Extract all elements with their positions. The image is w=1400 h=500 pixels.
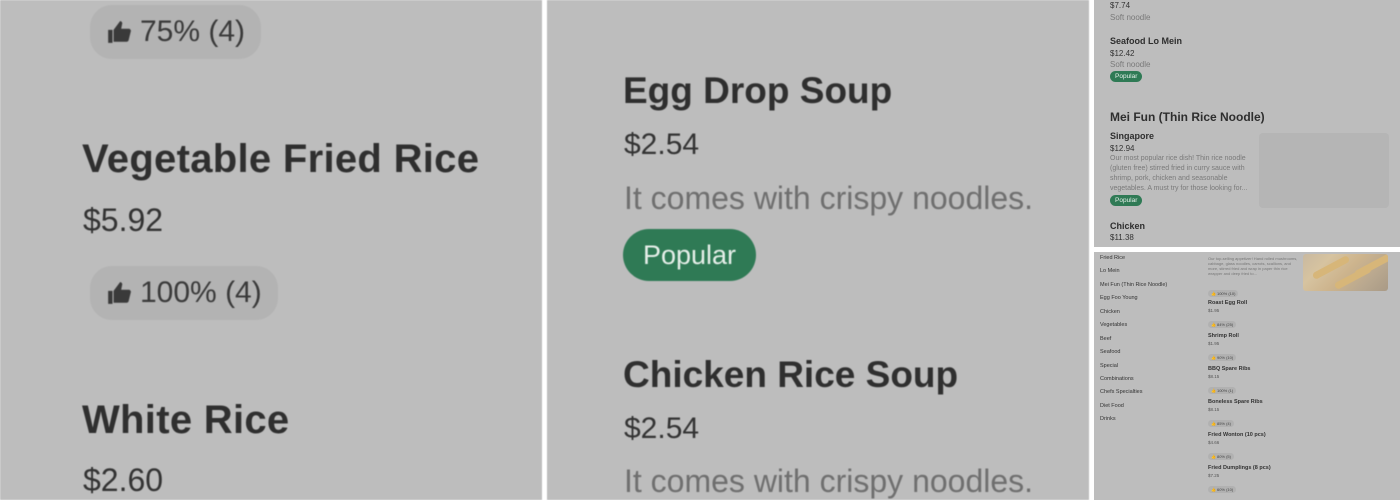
rating-text: 84% (25) xyxy=(1216,322,1234,327)
menu-item-description: Our top-selling appetizer! Hand rolled m… xyxy=(1208,256,1298,276)
menu-item-price: $12.42 xyxy=(1110,49,1135,58)
menu-item-price: $11.38 xyxy=(1110,233,1134,242)
rating-text: 100% (10) xyxy=(1216,291,1236,296)
menu-item-price: $12.94 xyxy=(1110,144,1135,153)
menu-item-image[interactable] xyxy=(1303,254,1388,291)
menu-item-name[interactable]: Chicken xyxy=(1110,221,1145,231)
rating-text: 60% (10) xyxy=(1216,487,1234,492)
rating-pill[interactable]: 100% (4) xyxy=(90,266,278,320)
rating-text: 80% (5) xyxy=(1216,454,1231,459)
nav-item-diet-food[interactable]: Diet Food xyxy=(1100,403,1124,409)
menu-item-name: Shrimp Roll xyxy=(1208,333,1239,339)
thumbs-up-icon: 👍 xyxy=(1211,291,1216,296)
rating-pill[interactable]: 75% (4) xyxy=(90,5,262,59)
rating-text: 75% (4) xyxy=(140,15,246,48)
thumbs-up-icon: 👍 xyxy=(1211,322,1216,327)
menu-item-price: $2.60 xyxy=(83,462,164,498)
menu-item-name[interactable]: Egg Drop Soup xyxy=(623,70,892,112)
menu-item-name: BBQ Spare Ribs xyxy=(1208,366,1251,372)
thumbs-up-icon xyxy=(108,21,131,43)
rating-pill[interactable]: 👍 80% (5) xyxy=(1208,453,1234,460)
nav-item-lo-mein[interactable]: Lo Mein xyxy=(1100,268,1120,274)
rating-text: 100% (4) xyxy=(140,276,262,309)
popular-badge: Popular xyxy=(1110,71,1143,82)
menu-item[interactable]: Shrimp Roll $1.95 👍 90% (10) xyxy=(1208,333,1239,364)
menu-item[interactable]: BBQ Spare Ribs $8.15 👍 100% (1) xyxy=(1208,366,1250,397)
rating-text: 90% (10) xyxy=(1216,355,1234,360)
nav-item-chicken[interactable]: Chicken xyxy=(1100,309,1120,315)
menu-item-name: Fried Wonton (10 pcs) xyxy=(1208,432,1266,438)
menu-item-price: $2.54 xyxy=(624,412,700,445)
rating-pill[interactable]: 👍 100% (1) xyxy=(1208,387,1237,394)
menu-item-price: $1.95 xyxy=(1208,308,1220,313)
thumbs-up-icon: 👍 xyxy=(1211,421,1216,426)
nav-item-special[interactable]: Special xyxy=(1100,363,1118,369)
menu-item-name[interactable]: White Rice xyxy=(82,398,289,443)
menu-item-image[interactable] xyxy=(1259,133,1389,208)
rating-text: 85% (4) xyxy=(1216,421,1231,426)
menu-item-name[interactable]: Singapore xyxy=(1110,131,1154,141)
rating-pill[interactable]: 👍 84% (25) xyxy=(1208,321,1237,328)
rating-text: 100% (1) xyxy=(1216,388,1234,393)
rating-pill[interactable]: 👍 90% (10) xyxy=(1208,354,1237,361)
nav-item-chefs-specialties[interactable]: Chefs Specialties xyxy=(1100,389,1143,395)
menu-item-name: Boneless Spare Ribs xyxy=(1208,399,1263,405)
menu-item-description: It comes with crispy noodles. xyxy=(624,463,1034,499)
menu-item-name[interactable]: Seafood Lo Mein xyxy=(1110,36,1182,46)
nav-item-drinks[interactable]: Drinks xyxy=(1100,416,1116,422)
menu-item-price: $5.92 xyxy=(83,202,164,238)
menu-item-description: Our most popular rice dish! Thin rice no… xyxy=(1110,155,1248,192)
menu-panel-overview-1: $7.74 Soft noodle Seafood Lo Mein $12.42… xyxy=(1094,0,1400,247)
menu-item-price: $8.15 xyxy=(1208,374,1220,379)
menu-item-price: $8.15 xyxy=(1208,407,1220,412)
nav-item-combinations[interactable]: Combinations xyxy=(1100,376,1134,382)
menu-item-price: $1.95 xyxy=(1208,341,1220,346)
popular-badge: Popular xyxy=(1110,195,1143,206)
menu-item-price: $2.54 xyxy=(624,128,700,161)
rating-pill[interactable]: 👍 60% (10) xyxy=(1208,486,1237,493)
menu-item-price: $7.74 xyxy=(1110,1,1131,10)
thumbs-up-icon: 👍 xyxy=(1211,388,1216,393)
menu-item[interactable]: Fried Wonton (10 pcs) $4.66 👍 80% (5) xyxy=(1208,432,1266,463)
nav-item-fried-rice[interactable]: Fried Rice xyxy=(1100,255,1125,261)
nav-item-beef[interactable]: Beef xyxy=(1100,336,1111,342)
menu-panel-zoom-2: Egg Drop Soup $2.54 It comes with crispy… xyxy=(547,0,1089,500)
menu-item[interactable]: Roast Egg Roll $1.95 👍 84% (25) xyxy=(1208,300,1247,331)
menu-panel-zoom-1: 75% (4) Vegetable Fried Rice $5.92 100% … xyxy=(0,0,542,500)
menu-panel-overview-2: Fried Rice Lo Mein Mei Fun (Thin Rice No… xyxy=(1094,252,1400,500)
thumbs-up-icon: 👍 xyxy=(1211,454,1216,459)
nav-item-vegetables[interactable]: Vegetables xyxy=(1100,322,1127,328)
thumbs-up-icon: 👍 xyxy=(1211,355,1216,360)
rating-pill[interactable]: 👍 85% (4) xyxy=(1208,420,1234,427)
menu-item-name: Roast Egg Roll xyxy=(1208,300,1248,306)
nav-item-egg-foo-young[interactable]: Egg Foo Young xyxy=(1100,295,1138,301)
menu-item-name: Fried Dumplings (8 pcs) xyxy=(1208,465,1271,471)
nav-item-seafood[interactable]: Seafood xyxy=(1100,349,1121,355)
rating-pill[interactable]: 👍 100% (10) xyxy=(1208,282,1239,300)
menu-item[interactable]: Fried Dumplings (8 pcs) $7.25 👍 60% (10) xyxy=(1208,465,1271,496)
popular-badge: Popular xyxy=(623,229,756,281)
section-title: Mei Fun (Thin Rice Noodle) xyxy=(1110,110,1265,124)
menu-item-name[interactable]: Chicken Rice Soup xyxy=(623,354,958,396)
menu-item-description: It comes with crispy noodles. xyxy=(624,180,1034,216)
menu-item-price: $4.66 xyxy=(1208,440,1220,445)
thumbs-up-icon xyxy=(108,282,131,304)
menu-item-price: $7.25 xyxy=(1208,473,1220,478)
menu-item[interactable]: Boneless Spare Ribs $8.15 👍 85% (4) xyxy=(1208,399,1263,430)
menu-item-description: Soft noodle xyxy=(1110,60,1151,69)
thumbs-up-icon: 👍 xyxy=(1211,487,1216,492)
menu-item-name[interactable]: Vegetable Fried Rice xyxy=(82,137,479,182)
nav-item-mei-fun[interactable]: Mei Fun (Thin Rice Noodle) xyxy=(1100,282,1167,288)
menu-item-description: Soft noodle xyxy=(1110,13,1151,22)
